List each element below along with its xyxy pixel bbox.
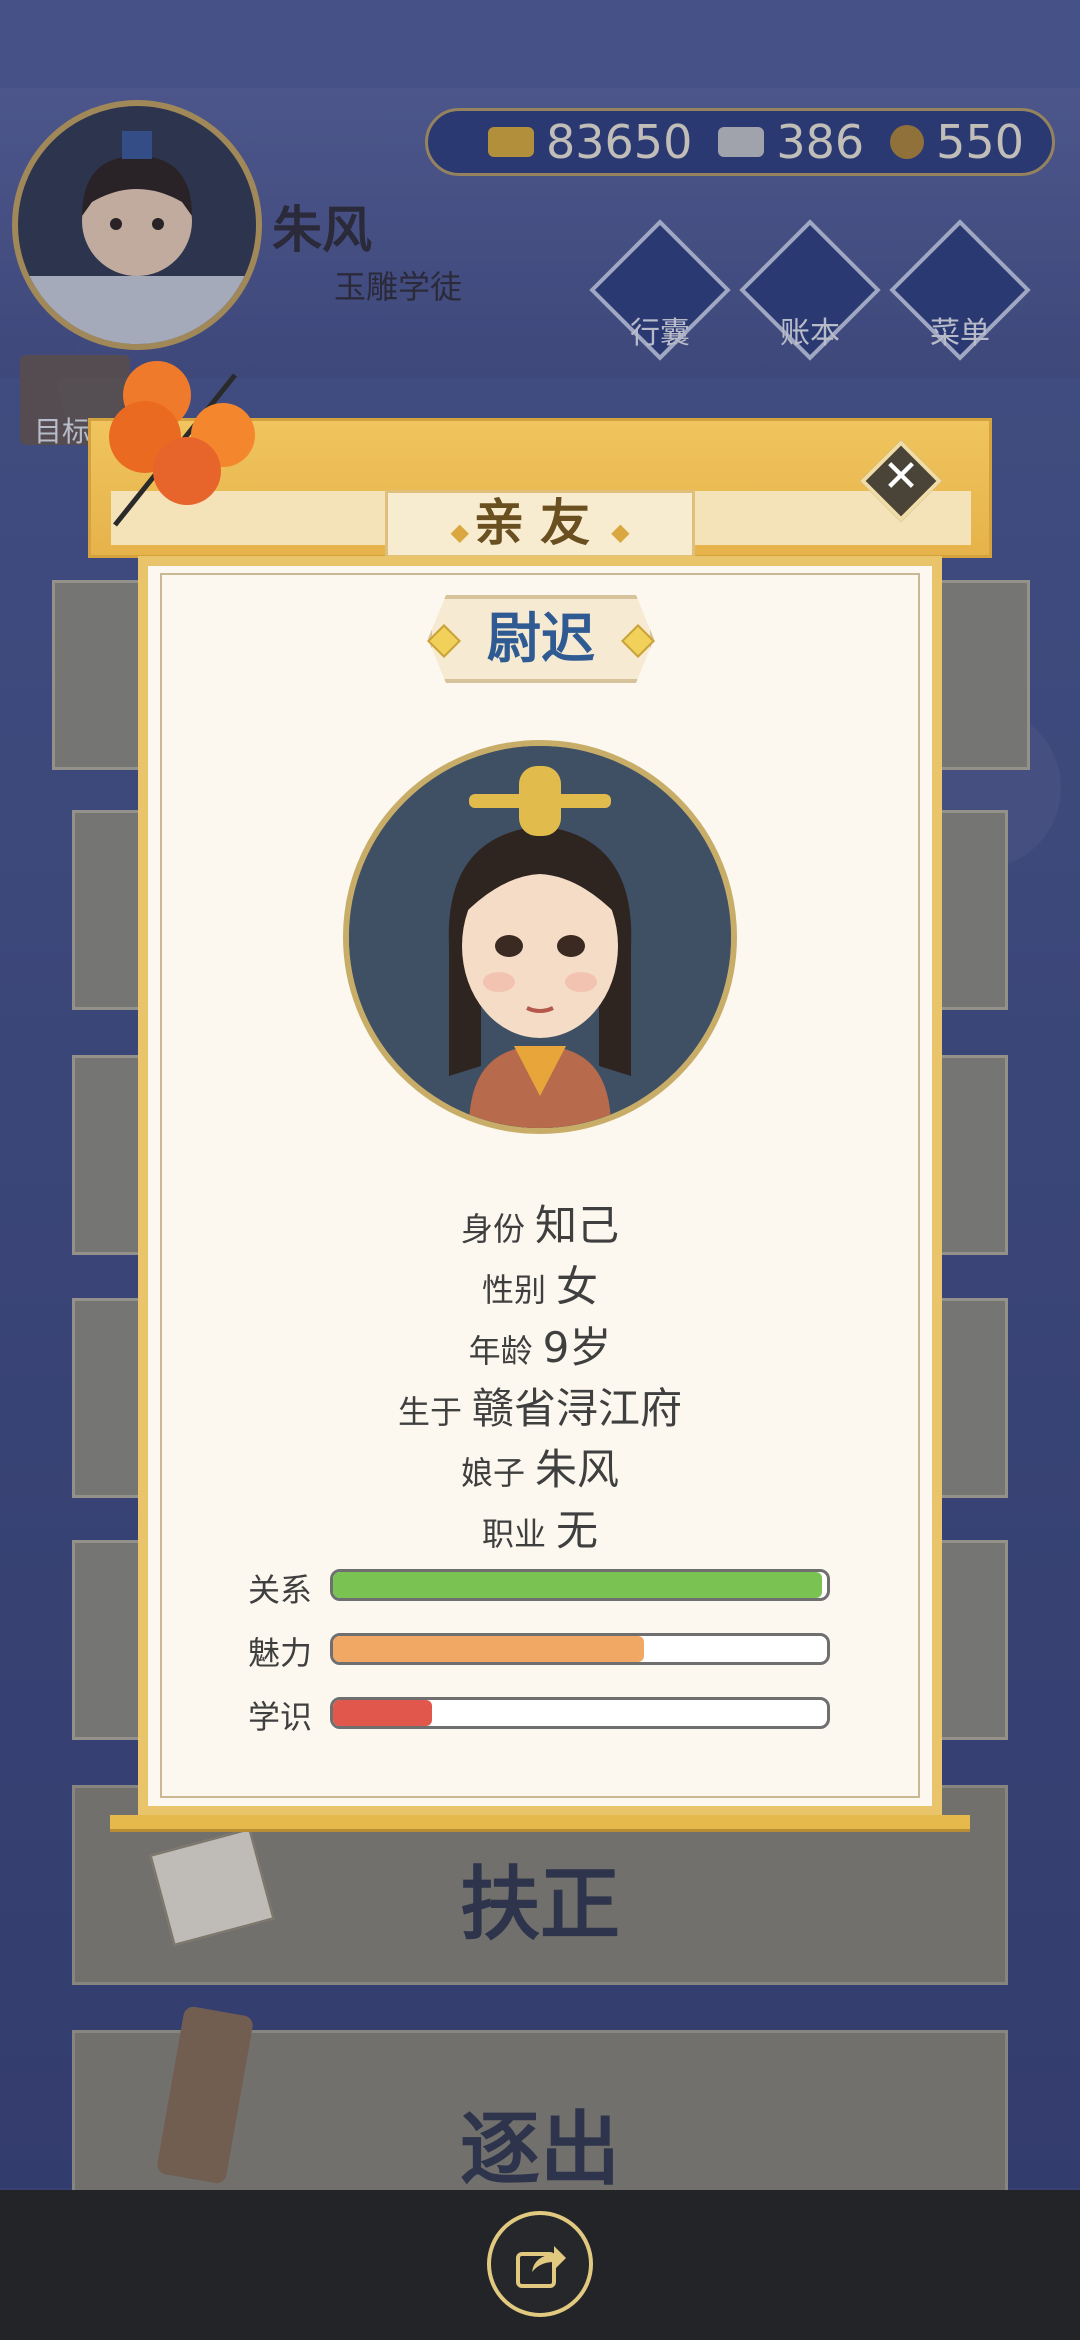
relationship-bar [330,1569,830,1601]
charm-bar-fill [333,1636,645,1662]
dialog-title: 亲友 [474,494,606,552]
relationship-bar-fill [333,1572,823,1598]
info-value: 朱风 [535,1445,620,1494]
knowledge-bar [330,1697,830,1729]
person-name: 尉迟 [487,607,595,670]
info-label: 职业 [481,1515,546,1553]
info-value: 知己 [535,1201,620,1250]
share-button[interactable] [487,2211,593,2317]
person-portrait [343,740,737,1134]
info-label: 娘子 [460,1454,525,1492]
info-value: 女 [556,1262,599,1311]
stat-label-charm: 魅力 [248,1634,313,1672]
info-value: 无 [556,1506,599,1555]
close-icon[interactable]: ✕ [872,448,930,506]
share-icon [516,2246,566,2288]
info-row-occupation: 职业无 [160,1497,920,1558]
info-value: 赣省浔江府 [472,1384,683,1433]
candied-haw-icon [109,361,255,527]
info-row-identity: 身份 知己 [160,1192,920,1253]
info-row-spouse: 娘子 朱风 [160,1436,920,1497]
knowledge-bar-fill [333,1700,432,1726]
info-label: 性别 [481,1271,546,1309]
title-ornament-icon: ◆ [611,518,630,546]
stat-label-knowledge: 学识 [248,1698,313,1736]
info-row-birthplace: 生于 赣省浔江府 [160,1375,920,1436]
stat-label-relationship: 关系 [248,1571,313,1609]
title-ornament-icon: ◆ [450,518,469,546]
charm-bar [330,1633,830,1665]
dialog-title-box: ◆ 亲友 ◆ [385,490,695,558]
info-label: 生于 [397,1393,462,1431]
info-label: 年龄 [468,1332,533,1370]
info-label: 身份 [460,1210,525,1248]
dialog-bottom-rod [110,1815,970,1832]
info-value: 9岁 [542,1323,612,1372]
info-row-age: 年龄 9岁 [160,1314,920,1375]
person-name-tag: 尉迟 [427,595,655,683]
info-row-gender: 性别女 [160,1253,920,1314]
